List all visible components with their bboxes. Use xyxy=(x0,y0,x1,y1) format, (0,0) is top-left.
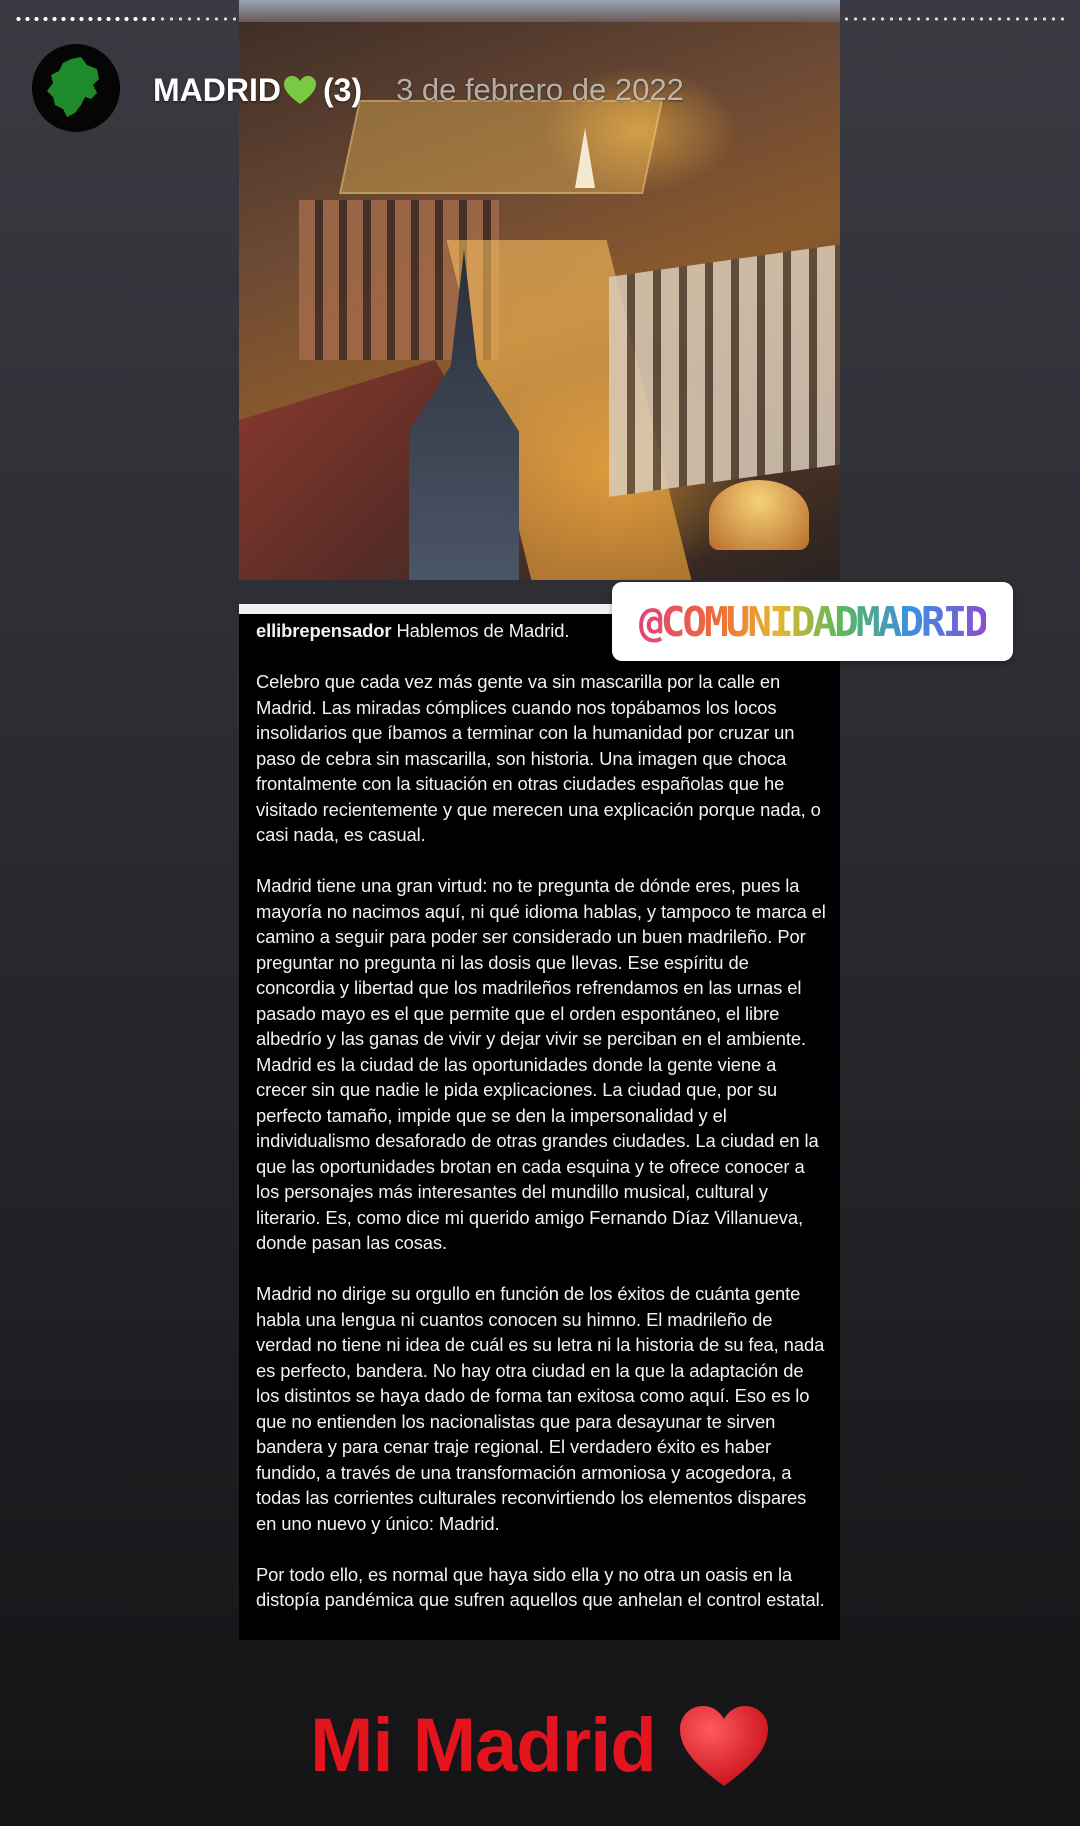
post-paragraph-2: Celebro que cada vez más gente va sin ma… xyxy=(256,671,821,845)
post-paragraph-4: Madrid no dirige su orgullo en función d… xyxy=(256,1283,825,1534)
story-count: (3) xyxy=(322,72,363,108)
post-username: ellibrepensador xyxy=(256,620,392,641)
story-title-text: MADRID xyxy=(153,72,281,108)
avatar[interactable] xyxy=(32,44,120,132)
story-title[interactable]: MADRID (3) xyxy=(153,72,362,109)
caption-text: Mi Madrid xyxy=(0,1702,1080,1789)
post-caption: ellibrepensador Hablemos de Madrid. Cele… xyxy=(256,618,826,1613)
red-heart-icon xyxy=(679,1705,768,1786)
comunidad-de-madrid-map-icon xyxy=(47,57,99,117)
green-heart-icon xyxy=(283,76,316,104)
mention-sticker[interactable]: @COMUNIDADMADRID xyxy=(612,582,1013,661)
progress-current-segment xyxy=(14,17,154,21)
mention-text: @COMUNIDADMADRID xyxy=(639,597,989,646)
post-paragraph-5: Por todo ello, es normal que haya sido e… xyxy=(256,1563,825,1611)
post-paragraph-1: Hablemos de Madrid. xyxy=(391,620,570,641)
carousel xyxy=(709,480,809,550)
post-caption-box: ellibrepensador Hablemos de Madrid. Cele… xyxy=(239,614,840,1640)
story-date: 3 de febrero de 2022 xyxy=(396,72,684,107)
post-paragraph-3: Madrid tiene una gran virtud: no te preg… xyxy=(256,875,826,1253)
caption-label: Mi Madrid xyxy=(310,1703,657,1788)
plaza-mayor xyxy=(339,100,663,194)
christmas-tree xyxy=(575,128,595,188)
